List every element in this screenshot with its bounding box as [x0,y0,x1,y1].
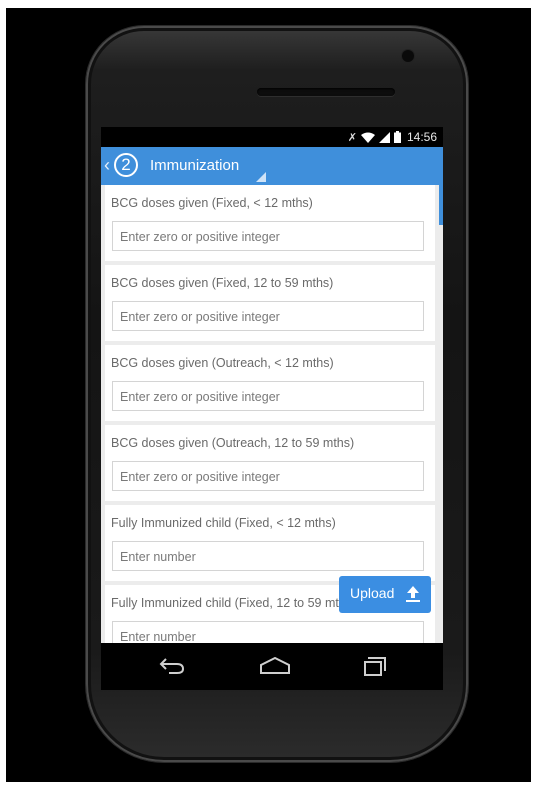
front-camera-icon [402,50,414,62]
app-bar: ‹ 2 Immunization [101,147,443,185]
back-nav-icon[interactable] [159,657,185,680]
field-label: BCG doses given (Fixed, 12 to 59 mths) [111,276,334,290]
mute-icon: ✗ [347,131,357,144]
number-input[interactable]: Enter number [112,541,424,571]
wifi-icon [360,132,375,143]
earpiece-speaker [257,88,395,96]
status-time: 14:56 [406,130,437,144]
field-label: BCG doses given (Outreach, 12 to 59 mths… [111,436,355,450]
field-label: Fully Immunized child (Fixed, 12 to 59 m… [111,596,357,610]
phone-screen: ✗ 14:56 ‹ 2 Immunization BCG doses given… [101,127,443,690]
scrollbar-indicator[interactable] [439,185,443,225]
field-label: BCG doses given (Outreach, < 12 mths) [111,356,334,370]
home-nav-icon[interactable] [259,656,291,680]
form-field-card: BCG doses given (Outreach, 12 to 59 mths… [105,425,435,501]
form-field-card: Fully Immunized child (Fixed, < 12 mths)… [105,505,435,581]
back-chevron-icon[interactable]: ‹ [104,155,110,175]
form-field-card: BCG doses given (Fixed, 12 to 59 mths) E… [105,265,435,341]
navigation-bar [101,643,443,690]
battery-icon [393,131,401,143]
form-field-card: BCG doses given (Outreach, < 12 mths) En… [105,345,435,421]
dropdown-corner-icon[interactable] [256,172,266,182]
form-field-card: BCG doses given (Fixed, < 12 mths) Enter… [105,185,435,261]
number-input[interactable]: Enter zero or positive integer [112,221,424,251]
field-label: BCG doses given (Fixed, < 12 mths) [111,196,313,210]
recent-apps-icon[interactable] [363,657,387,682]
number-input[interactable]: Enter zero or positive integer [112,301,424,331]
upload-button-label: Upload [350,585,395,601]
upload-button[interactable]: Upload [339,576,431,613]
signal-icon [378,131,390,143]
field-label: Fully Immunized child (Fixed, < 12 mths) [111,516,336,530]
number-input[interactable]: Enter zero or positive integer [112,381,424,411]
status-bar: ✗ 14:56 [101,127,443,147]
page-title[interactable]: Immunization [150,157,239,174]
step-number-badge[interactable]: 2 [114,153,138,177]
upload-icon [405,585,421,603]
number-input[interactable]: Enter zero or positive integer [112,461,424,491]
